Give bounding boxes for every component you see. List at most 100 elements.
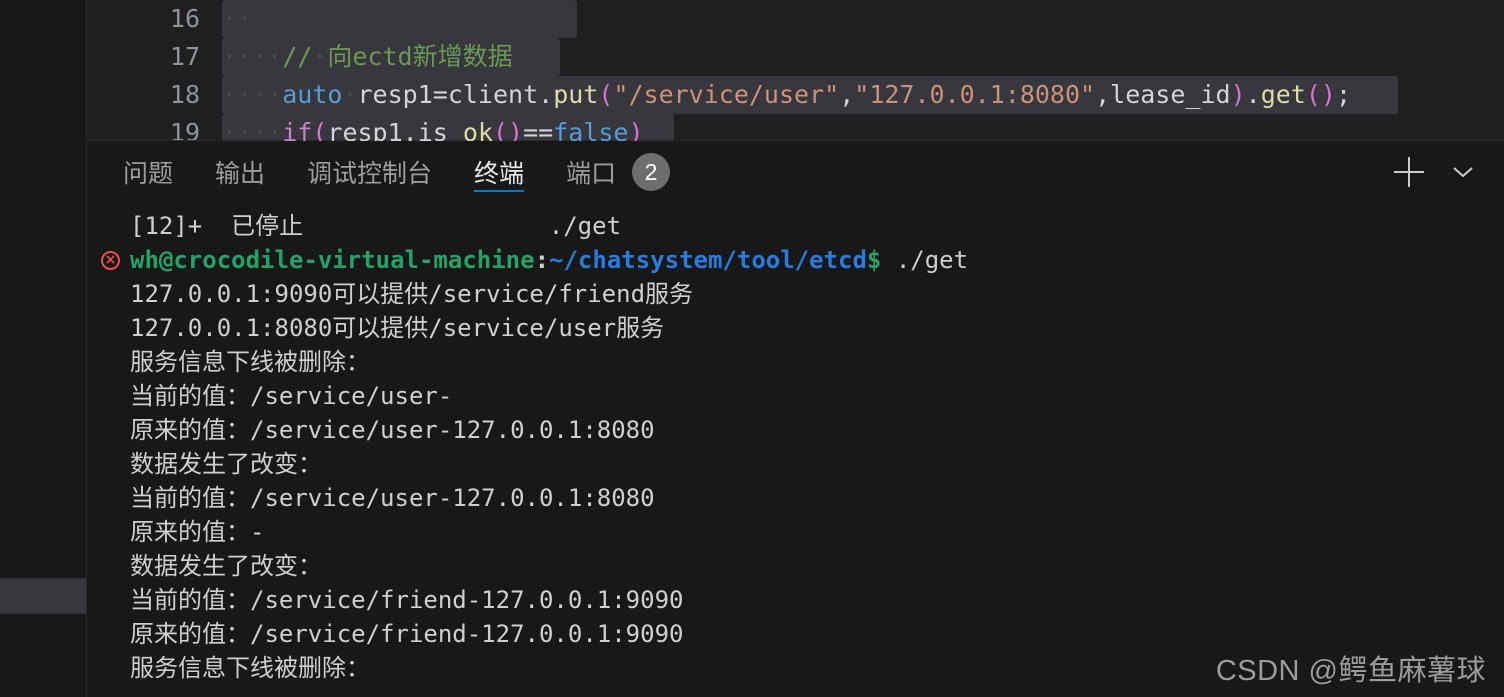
plus-icon <box>1394 157 1424 187</box>
code-token: , <box>839 80 855 109</box>
line-number: 16 <box>169 4 200 33</box>
terminal-line: 服务信息下线被删除： <box>99 345 1504 379</box>
terminal-line: 原来的值：/service/user-127.0.0.1:8080 <box>99 413 1504 447</box>
prompt-colon: : <box>534 246 550 274</box>
terminal-text: 数据发生了改变： <box>130 450 322 478</box>
code-token: 向ectd新增数据 <box>327 42 513 71</box>
code-line-content: ····if(resp1.is ok()==false) <box>222 114 1504 141</box>
terminal-text: 原来的值：/service/friend-127.0.0.1:9090 <box>130 620 684 648</box>
code-text: ·· <box>222 4 252 33</box>
code-text: ····auto·resp1=client.put("/service/user… <box>222 80 1351 109</box>
terminal-text: 服务信息下线被删除： <box>130 654 370 682</box>
code-token: "/service/user" <box>613 80 840 109</box>
code-token: client <box>447 80 539 109</box>
terminal-text: 原来的值：- <box>130 518 265 546</box>
terminal-line: 原来的值：- <box>99 515 1504 549</box>
terminal-line: 当前的值：/service/friend-127.0.0.1:9090 <box>99 583 1504 617</box>
code-token: == <box>523 118 554 141</box>
terminal-text: 当前的值：/service/user- <box>130 382 453 410</box>
prompt-path: ~/chatsystem/tool/etcd <box>549 246 867 274</box>
error-icon: × <box>101 251 120 270</box>
bottom-panel: 问题 输出 调试控制台 终端 端口 2 [12]+ 已停止 ./get × wh@crocod… <box>87 141 1504 697</box>
code-token: resp1 <box>357 80 433 109</box>
code-token: put <box>553 80 599 109</box>
code-token: . <box>402 118 418 141</box>
prompt-dollar: $ <box>866 246 882 274</box>
terminal-text: 数据发生了改变： <box>130 552 322 580</box>
code-token: false <box>553 118 629 141</box>
terminal-text: 服务信息下线被删除： <box>130 348 370 376</box>
code-token: ( <box>1305 80 1321 109</box>
code-editor[interactable]: 16 ·· 17 ····//·向ectd新增数据 18 ····auto·resp1=c… <box>87 0 1504 141</box>
line-number: 18 <box>169 80 200 109</box>
terminal-line: 127.0.0.1:9090可以提供/service/friend服务 <box>99 277 1504 311</box>
code-token: () <box>493 118 524 141</box>
panel-tab[interactable]: 调试控制台 <box>307 141 432 203</box>
code-line[interactable]: 16 ·· <box>87 0 1504 38</box>
indent-guide: ···· <box>222 42 283 71</box>
panel-tab[interactable]: 输出 <box>215 141 265 203</box>
terminal-output[interactable]: [12]+ 已停止 ./get × wh@crocodile-virtual-mac… <box>87 203 1504 697</box>
terminal-text: 127.0.0.1:8080可以提供/service/user服务 <box>130 314 665 342</box>
sidebar <box>0 0 87 697</box>
code-token: resp1 <box>327 118 403 141</box>
code-line-content: ····auto·resp1=client.put("/service/user… <box>222 76 1504 114</box>
new-terminal-button[interactable] <box>1392 155 1426 189</box>
terminal-text: 当前的值：/service/friend-127.0.0.1:9090 <box>130 586 684 614</box>
indent-guide: ···· <box>222 80 283 109</box>
prompt-user: wh@crocodile-virtual-machine <box>130 246 535 274</box>
code-token: ) <box>1320 80 1336 109</box>
code-line-content: ····//·向ectd新增数据 <box>222 38 1504 76</box>
panel-tab[interactable]: 端口 <box>566 141 616 203</box>
code-text: ····if(resp1.is ok()==false) <box>222 118 644 141</box>
terminal-line: [12]+ 已停止 ./get <box>99 209 1504 243</box>
code-token: . <box>1245 80 1261 109</box>
code-token: ) <box>1230 80 1246 109</box>
code-token: ; <box>1335 80 1352 109</box>
code-token: · <box>342 80 358 109</box>
code-token: lease_id <box>1110 80 1231 109</box>
indent-guide: ···· <box>222 118 283 141</box>
code-token: "127.0.0.1:8080" <box>854 80 1096 109</box>
code-token: is <box>417 118 448 141</box>
tab-badge: 2 <box>632 153 671 191</box>
terminal-line: 数据发生了改变： <box>99 447 1504 481</box>
code-line-content: ·· <box>222 0 1504 38</box>
terminal-line: 当前的值：/service/user- <box>99 379 1504 413</box>
panel-tab[interactable]: 终端 <box>474 141 525 203</box>
code-token: = <box>432 80 448 109</box>
sidebar-selected-item[interactable] <box>0 578 86 614</box>
code-token: ( <box>598 80 614 109</box>
terminal-text: 原来的值：/service/user-127.0.0.1:8080 <box>130 416 655 444</box>
code-token: , <box>1095 80 1111 109</box>
chevron-down-icon <box>1453 167 1473 178</box>
code-token: ( <box>312 118 328 141</box>
indent-guide: ·· <box>222 4 253 33</box>
code-token: ) <box>628 118 644 141</box>
prompt-command: ./get <box>881 246 969 274</box>
code-line[interactable]: 17 ····//·向ectd新增数据 <box>87 38 1504 76</box>
code-line[interactable]: 19 ····if(resp1.is ok()==false) <box>87 114 1504 141</box>
terminal-line: 原来的值：/service/friend-127.0.0.1:9090 <box>99 617 1504 651</box>
code-text: ····//·向ectd新增数据 <box>222 42 513 71</box>
terminal-line: 当前的值：/service/user-127.0.0.1:8080 <box>99 481 1504 515</box>
terminal-text: 当前的值：/service/user-127.0.0.1:8080 <box>130 484 655 512</box>
line-number: 19 <box>169 118 200 141</box>
code-line[interactable]: 18 ····auto·resp1=client.put("/service/us… <box>87 76 1504 114</box>
panel-tab[interactable]: 问题 <box>123 141 173 203</box>
terminal-text: [12]+ 已停止 ./get <box>130 212 622 240</box>
terminal-line: × wh@crocodile-virtual-machine:~/chatsyst… <box>99 243 1504 277</box>
panel-more-button[interactable] <box>1446 155 1480 189</box>
code-token: // <box>282 42 313 71</box>
code-token: · <box>312 42 328 71</box>
line-number: 17 <box>169 42 200 71</box>
code-token: auto <box>282 80 343 109</box>
code-token: . <box>538 80 554 109</box>
terminal-line: 数据发生了改变： <box>99 549 1504 583</box>
code-token: if <box>282 118 313 141</box>
app-window: 16 ·· 17 ····//·向ectd新增数据 18 ····auto·resp1=c… <box>0 0 1504 697</box>
terminal-line: 127.0.0.1:8080可以提供/service/user服务 <box>99 311 1504 345</box>
terminal-text: 127.0.0.1:9090可以提供/service/friend服务 <box>130 280 694 308</box>
selection-highlight <box>222 0 577 38</box>
